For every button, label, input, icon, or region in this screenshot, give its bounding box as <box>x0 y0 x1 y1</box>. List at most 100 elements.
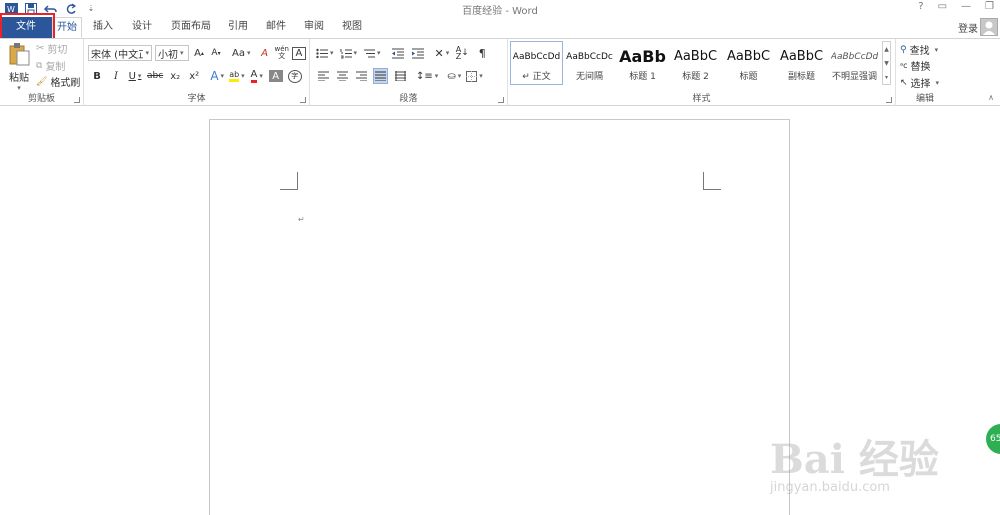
style-no-spacing[interactable]: AaBbCcDc 无间隔 <box>563 41 616 85</box>
font-name-value: 宋体 (中文正̇ <box>91 49 144 61</box>
grow-font-icon: A <box>194 47 201 59</box>
font-name-select[interactable]: 宋体 (中文正̇ ▾ <box>88 45 152 61</box>
tab-home[interactable]: 开始 <box>52 17 82 38</box>
style-name: ↵ 正文 <box>522 71 551 82</box>
bullets-icon <box>316 48 328 58</box>
pilcrow-icon: ¶ <box>478 46 486 60</box>
strikethrough-button[interactable]: abc <box>147 68 163 84</box>
restore-icon[interactable]: ❐ <box>985 1 994 12</box>
multilevel-list-button[interactable]: ▾ <box>363 45 381 61</box>
tab-page-layout[interactable]: 页面布局 <box>164 17 218 38</box>
change-case-button[interactable]: Aa ▾ <box>232 45 250 61</box>
chevron-down-icon: ▾ <box>353 49 358 57</box>
style-title[interactable]: AaBbC 标题 <box>722 41 775 85</box>
tab-insert[interactable]: 插入 <box>86 17 120 38</box>
cut-button[interactable]: ✂ 剪切 <box>36 41 67 56</box>
style-subtitle[interactable]: AaBbC 副标题 <box>775 41 828 85</box>
document-page[interactable]: ↵ <box>209 119 790 515</box>
align-center-button[interactable] <box>335 68 349 84</box>
tab-mailings[interactable]: 邮件 <box>259 17 293 38</box>
bold-button[interactable]: B <box>90 68 104 84</box>
style-normal[interactable]: AaBbCcDd ↵ 正文 <box>510 41 563 85</box>
text-effects-button[interactable]: A ▾ <box>210 68 224 84</box>
style-heading-2[interactable]: AaBbC 标题 2 <box>669 41 722 85</box>
character-border-icon: A <box>295 47 303 59</box>
borders-icon <box>466 70 478 82</box>
style-name: 标题 1 <box>629 71 656 82</box>
distributed-button[interactable] <box>393 68 407 84</box>
collapse-ribbon-icon[interactable]: ∧ <box>988 93 994 102</box>
scroll-down-icon[interactable]: ▼ <box>884 60 889 67</box>
watermark-logo: Bai 经验 <box>770 436 939 483</box>
cut-label: 剪切 <box>47 45 68 56</box>
superscript-button[interactable]: x² <box>187 68 201 84</box>
show-formatting-button[interactable]: ¶ <box>475 45 489 61</box>
chevron-down-icon: ▾ <box>935 78 940 87</box>
shrink-font-button[interactable]: A ▾ <box>209 45 223 61</box>
paragraph-launcher-icon[interactable] <box>498 97 504 103</box>
replace-button[interactable]: ᵃc 替换 <box>900 58 931 73</box>
scroll-up-icon[interactable]: ▲ <box>884 46 889 53</box>
justify-button[interactable] <box>373 68 388 84</box>
style-sample: AaBbC <box>673 49 718 64</box>
copy-label: 复制 <box>45 62 66 73</box>
tab-review[interactable]: 审阅 <box>297 17 331 38</box>
chevron-down-icon: ▾ <box>457 72 462 80</box>
shading-button[interactable]: ⛀ ▾ <box>447 68 461 84</box>
styles-gallery-scroll[interactable]: ▲ ▼ ▾ <box>882 41 891 85</box>
character-border-button[interactable]: A <box>291 46 306 60</box>
paste-button[interactable]: 粘贴 ▾ <box>6 42 32 92</box>
clear-formatting-button[interactable]: A <box>257 45 271 61</box>
tab-view[interactable]: 视图 <box>335 17 369 38</box>
chevron-down-icon: ▾ <box>934 45 939 54</box>
character-shading-button[interactable]: A <box>268 70 283 82</box>
paintbrush-icon: 🖌 <box>36 76 48 87</box>
italic-button[interactable]: I <box>109 68 123 84</box>
grow-font-button[interactable]: A ▴ <box>192 45 206 61</box>
styles-launcher-icon[interactable] <box>886 97 892 103</box>
font-launcher-icon[interactable] <box>300 97 306 103</box>
bullets-button[interactable]: ▾ <box>316 45 334 61</box>
select-label: 选择 <box>910 79 931 90</box>
phonetic-guide-button[interactable]: wén 文 <box>274 45 288 61</box>
borders-button[interactable]: ▾ <box>466 68 483 84</box>
chevron-down-icon: ▾ <box>137 72 142 80</box>
tab-file[interactable]: 文件 <box>0 17 52 38</box>
copy-button[interactable]: ⧉ 复制 <box>36 58 66 74</box>
numbering-button[interactable]: ▾ <box>340 45 358 61</box>
sort-button[interactable]: A Z ↓ <box>455 45 469 61</box>
login-link[interactable]: 登录 <box>958 20 978 35</box>
align-left-button[interactable] <box>316 68 330 84</box>
clipboard-launcher-icon[interactable] <box>74 97 80 103</box>
chevron-down-icon: ▾ <box>145 49 149 57</box>
increase-indent-button[interactable] <box>411 45 425 61</box>
more-styles-icon[interactable]: ▾ <box>885 74 888 81</box>
select-button[interactable]: ↖ 选择 ▾ <box>900 75 940 91</box>
ribbon-display-icon[interactable]: ▭ <box>938 1 947 12</box>
character-shading-icon: A <box>272 70 280 82</box>
chinese-layout-button[interactable]: ✕ ▾ <box>435 45 450 61</box>
format-painter-button[interactable]: 🖌 格式刷 <box>36 74 80 90</box>
style-heading-1[interactable]: AaBb 标题 1 <box>616 41 669 85</box>
cursor-icon: ↖ <box>900 77 908 88</box>
tab-design[interactable]: 设计 <box>125 17 159 38</box>
styles-group: AaBbCcDd ↵ 正文 AaBbCcDc 无间隔 AaBb 标题 1 AaB… <box>508 39 896 106</box>
style-name: 无间隔 <box>575 71 603 82</box>
margin-corner-top-right <box>703 172 721 190</box>
enclose-characters-button[interactable]: 字 <box>287 69 302 83</box>
avatar[interactable] <box>980 18 998 36</box>
font-size-select[interactable]: 小初 ▾ <box>155 45 189 61</box>
find-button[interactable]: ⚲ 查找 ▾ <box>900 42 939 58</box>
style-sample: AaBbCcDd <box>512 51 561 62</box>
line-spacing-button[interactable]: ↕≡ ▾ <box>416 68 438 84</box>
font-color-button[interactable]: A ▾ <box>250 68 264 84</box>
decrease-indent-button[interactable] <box>391 45 405 61</box>
align-right-button[interactable] <box>354 68 368 84</box>
highlight-button[interactable]: ab ▾ <box>229 68 245 84</box>
style-subtle-emphasis[interactable]: AaBbCcDd 不明显强调 <box>828 41 881 85</box>
help-icon[interactable]: ? <box>918 1 923 12</box>
tab-references[interactable]: 引用 <box>221 17 255 38</box>
minimize-icon[interactable]: — <box>961 1 971 12</box>
subscript-button[interactable]: x₂ <box>168 68 182 84</box>
underline-button[interactable]: U ▾ <box>128 68 142 84</box>
